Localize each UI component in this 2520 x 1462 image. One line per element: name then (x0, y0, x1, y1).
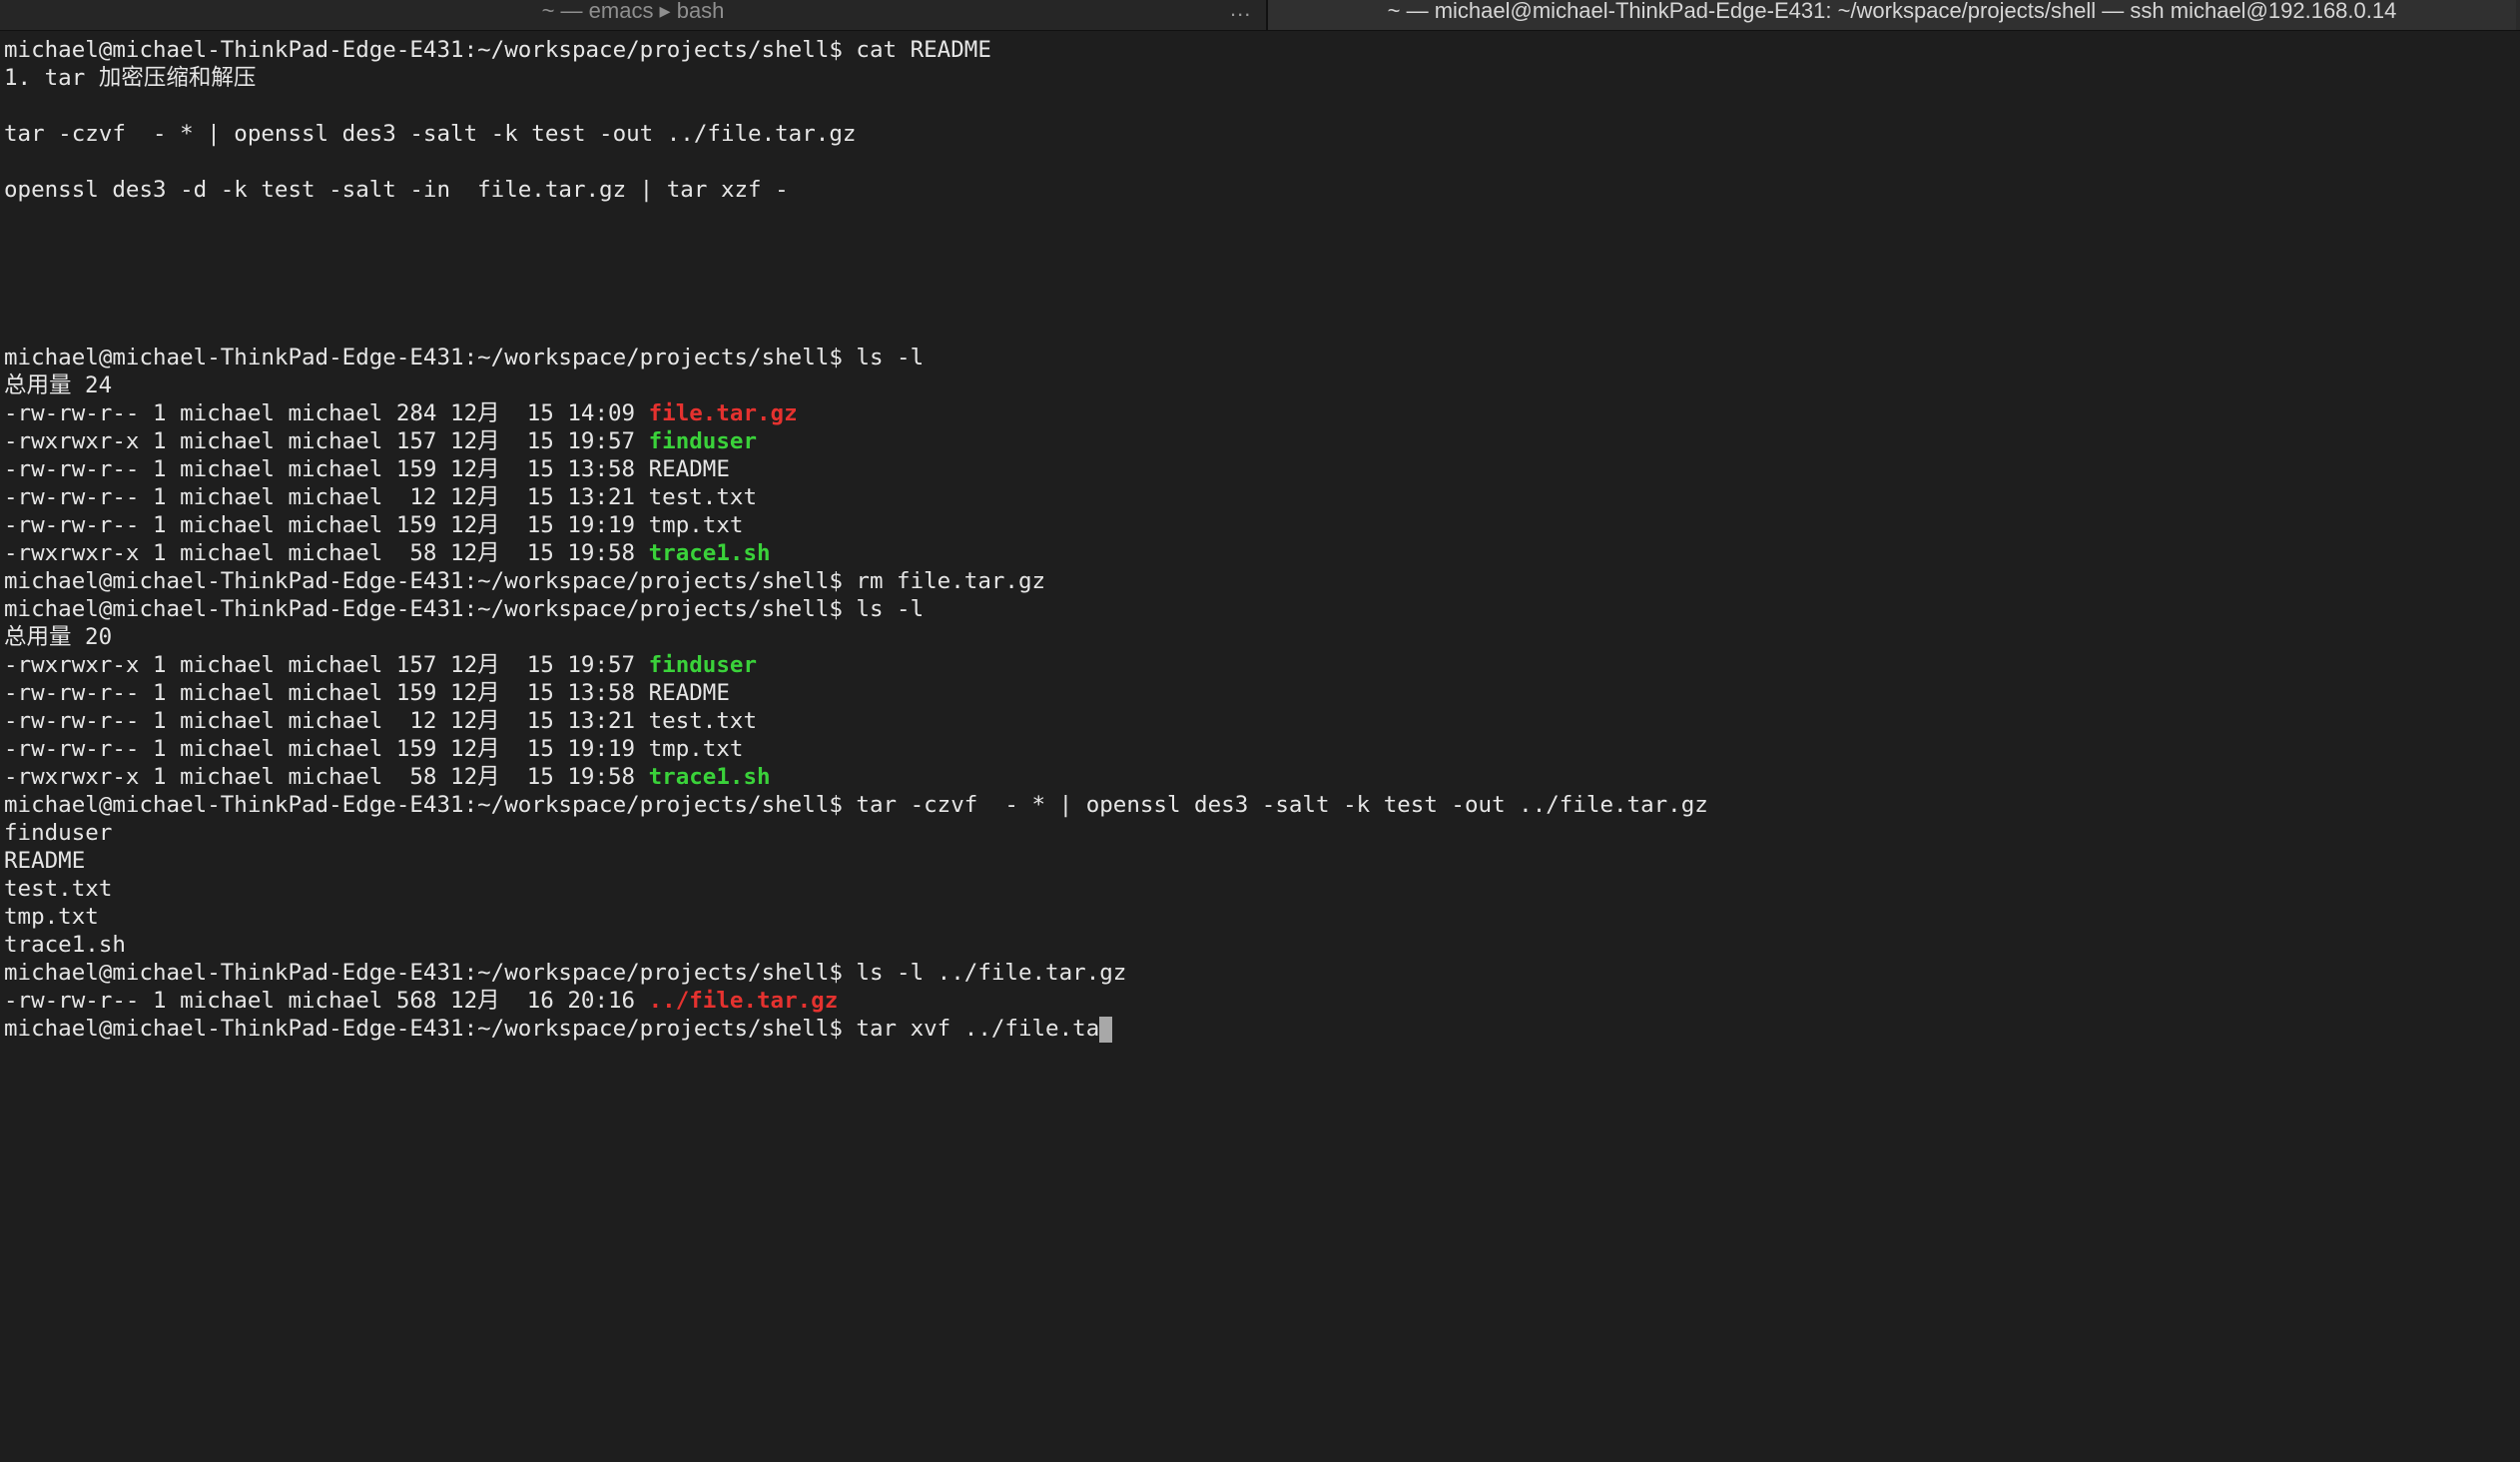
terminal-text: -rw-rw-r-- 1 michael michael 159 12月 15 … (4, 456, 730, 482)
terminal-line: -rwxrwxr-x 1 michael michael 157 12月 15 … (0, 427, 2520, 455)
terminal-line: finduser (0, 819, 2520, 847)
terminal-line: -rw-rw-r-- 1 michael michael 159 12月 15 … (0, 455, 2520, 483)
file-name: finduser (648, 428, 757, 454)
terminal-line: tmp.txt (0, 903, 2520, 931)
terminal-text: -rw-rw-r-- 1 michael michael 568 12月 16 … (4, 988, 649, 1014)
terminal-text: -rw-rw-r-- 1 michael michael 12 12月 15 1… (4, 484, 757, 510)
terminal-text: michael@michael-ThinkPad-Edge-E431:~/wor… (4, 596, 925, 622)
terminal-line: michael@michael-ThinkPad-Edge-E431:~/wor… (0, 595, 2520, 623)
tab-emacs-bash[interactable]: ~ — emacs ▸ bash (0, 0, 1266, 30)
terminal-text: michael@michael-ThinkPad-Edge-E431:~/wor… (4, 792, 1708, 818)
terminal-line: -rw-rw-r-- 1 michael michael 12 12月 15 1… (0, 483, 2520, 511)
terminal-line: michael@michael-ThinkPad-Edge-E431:~/wor… (0, 36, 2520, 64)
tab-bar: ~ — emacs ▸ bash ... ~ — michael@michael… (0, 0, 2520, 31)
terminal-line: michael@michael-ThinkPad-Edge-E431:~/wor… (0, 959, 2520, 987)
terminal-text: -rw-rw-r-- 1 michael michael 284 12月 15 … (4, 400, 649, 426)
terminal-text: -rw-rw-r-- 1 michael michael 159 12月 15 … (4, 736, 744, 762)
terminal-text: tmp.txt (4, 904, 99, 930)
file-name: trace1.sh (648, 764, 771, 790)
tab-emacs-bash-label: ~ — emacs ▸ bash (541, 0, 725, 23)
terminal-text: 1. tar 加密压缩和解压 (4, 65, 257, 91)
terminal-line: -rw-rw-r-- 1 michael michael 12 12月 15 1… (0, 707, 2520, 735)
terminal-text: trace1.sh (4, 932, 126, 958)
terminal-line: 1. tar 加密压缩和解压 (0, 64, 2520, 92)
terminal-line: -rw-rw-r-- 1 michael michael 159 12月 15 … (0, 679, 2520, 707)
terminal-text: -rw-rw-r-- 1 michael michael 159 12月 15 … (4, 512, 744, 538)
file-name: file.tar.gz (648, 400, 798, 426)
terminal-text: michael@michael-ThinkPad-Edge-E431:~/wor… (4, 345, 925, 370)
terminal-line: michael@michael-ThinkPad-Edge-E431:~/wor… (0, 344, 2520, 371)
text-cursor (1099, 1016, 1113, 1043)
terminal-line: -rwxrwxr-x 1 michael michael 58 12月 15 1… (0, 763, 2520, 791)
terminal-line: michael@michael-ThinkPad-Edge-E431:~/wor… (0, 567, 2520, 595)
terminal-line: 总用量 20 (0, 623, 2520, 651)
terminal-line: -rwxrwxr-x 1 michael michael 58 12月 15 1… (0, 539, 2520, 567)
file-name: ../file.tar.gz (648, 988, 839, 1014)
terminal-text: michael@michael-ThinkPad-Edge-E431:~/wor… (4, 1016, 1100, 1042)
terminal-line: tar -czvf - * | openssl des3 -salt -k te… (0, 120, 2520, 148)
tab-ssh-session[interactable]: ~ — michael@michael-ThinkPad-Edge-E431: … (1268, 0, 2516, 30)
terminal-text: michael@michael-ThinkPad-Edge-E431:~/wor… (4, 568, 1046, 594)
terminal-text: openssl des3 -d -k test -salt -in file.t… (4, 177, 789, 203)
terminal-text: 总用量 20 (4, 624, 113, 650)
terminal-text: finduser (4, 820, 113, 846)
terminal-text: -rwxrwxr-x 1 michael michael 58 12月 15 1… (4, 540, 649, 566)
terminal-text: 总用量 24 (4, 372, 113, 398)
terminal-line: trace1.sh (0, 931, 2520, 959)
terminal-text: -rw-rw-r-- 1 michael michael 12 12月 15 1… (4, 708, 757, 734)
terminal-line: -rwxrwxr-x 1 michael michael 157 12月 15 … (0, 651, 2520, 679)
file-name: finduser (648, 652, 757, 678)
terminal-line: -rw-rw-r-- 1 michael michael 159 12月 15 … (0, 511, 2520, 539)
terminal-text: -rw-rw-r-- 1 michael michael 159 12月 15 … (4, 680, 730, 706)
terminal-text: -rwxrwxr-x 1 michael michael 157 12月 15 … (4, 428, 649, 454)
terminal-output[interactable]: michael@michael-ThinkPad-Edge-E431:~/wor… (0, 36, 2520, 1043)
terminal-line: michael@michael-ThinkPad-Edge-E431:~/wor… (0, 791, 2520, 819)
terminal-line: test.txt (0, 875, 2520, 903)
terminal-text: -rwxrwxr-x 1 michael michael 157 12月 15 … (4, 652, 649, 678)
terminal-text: tar -czvf - * | openssl des3 -salt -k te… (4, 121, 857, 147)
tab-ssh-session-label: ~ — michael@michael-ThinkPad-Edge-E431: … (1387, 0, 2397, 23)
terminal-line: -rw-rw-r-- 1 michael michael 159 12月 15 … (0, 735, 2520, 763)
terminal-text: michael@michael-ThinkPad-Edge-E431:~/wor… (4, 37, 991, 63)
terminal-line: 总用量 24 (0, 371, 2520, 399)
terminal-line: openssl des3 -d -k test -salt -in file.t… (0, 176, 2520, 204)
terminal-line: README (0, 847, 2520, 875)
terminal-line: -rw-rw-r-- 1 michael michael 568 12月 16 … (0, 987, 2520, 1015)
terminal-text: README (4, 848, 86, 874)
terminal-text: test.txt (4, 876, 113, 902)
terminal-text: -rwxrwxr-x 1 michael michael 58 12月 15 1… (4, 764, 649, 790)
terminal-line: michael@michael-ThinkPad-Edge-E431:~/wor… (0, 1015, 2520, 1043)
more-tabs-icon[interactable]: ... (1230, 0, 1251, 22)
terminal-text: michael@michael-ThinkPad-Edge-E431:~/wor… (4, 960, 1127, 986)
terminal-line: -rw-rw-r-- 1 michael michael 284 12月 15 … (0, 399, 2520, 427)
file-name: trace1.sh (648, 540, 771, 566)
